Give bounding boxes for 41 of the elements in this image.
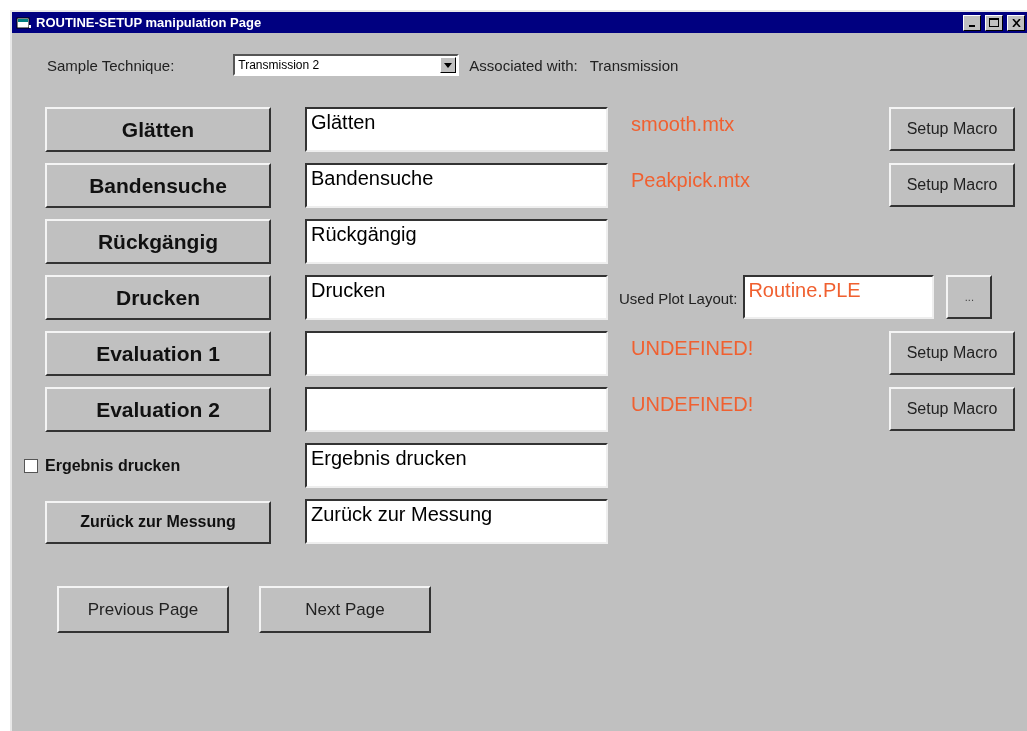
associated-value: Transmission	[589, 56, 679, 74]
close-button[interactable]	[1007, 14, 1025, 31]
macro-file-name: Peakpick.mtx	[631, 169, 751, 192]
caption-field[interactable]: Drucken	[305, 275, 608, 320]
function-button[interactable]: Drucken	[45, 275, 271, 320]
sample-technique-dropdown[interactable]: Transmission 2	[233, 54, 460, 76]
caption-field[interactable]: Rückgängig	[305, 219, 608, 264]
caption-field[interactable]: Ergebnis drucken	[305, 443, 608, 488]
function-button[interactable]: Rückgängig	[45, 219, 271, 264]
checkbox-label[interactable]: Ergebnis drucken	[45, 456, 181, 475]
function-button[interactable]: Bandensuche	[45, 163, 271, 208]
caption-field[interactable]: Glätten	[305, 107, 608, 152]
macro-file-name: smooth.mtx	[631, 113, 736, 136]
minimize-button[interactable]	[963, 14, 981, 31]
browse-button[interactable]: ...	[946, 275, 993, 319]
maximize-icon	[989, 18, 999, 27]
setup-macro-button[interactable]: Setup Macro	[889, 163, 1015, 207]
caption-field[interactable]	[305, 331, 608, 376]
setup-macro-button[interactable]: Setup Macro	[889, 107, 1015, 151]
caption-field[interactable]: Zurück zur Messung	[305, 499, 608, 544]
page-nav-button[interactable]: Next Page	[259, 586, 431, 633]
sample-technique-label: Sample Technique:	[47, 56, 175, 74]
caption-field[interactable]	[305, 387, 608, 432]
checkbox[interactable]	[24, 458, 38, 473]
close-icon	[1011, 18, 1021, 27]
minimize-icon	[969, 24, 975, 27]
associated-label: Associated with:	[469, 56, 578, 74]
app-icon	[16, 15, 32, 30]
macro-file-name: UNDEFINED!	[631, 393, 755, 416]
function-button[interactable]: Zurück zur Messung	[45, 500, 271, 544]
function-button[interactable]: Glätten	[45, 107, 271, 152]
maximize-button[interactable]	[985, 14, 1003, 31]
function-button[interactable]: Evaluation 1	[45, 331, 271, 376]
plot-layout-label: Used Plot Layout:	[619, 290, 738, 307]
page-nav-button[interactable]: Previous Page	[57, 586, 229, 633]
function-button[interactable]: Evaluation 2	[45, 387, 271, 432]
setup-macro-button[interactable]: Setup Macro	[889, 331, 1015, 375]
caption-field[interactable]: Bandensuche	[305, 163, 608, 208]
window-title: ROUTINE-SETUP manipulation Page	[36, 15, 263, 30]
macro-file-name: UNDEFINED!	[631, 337, 755, 360]
setup-macro-button[interactable]: Setup Macro	[889, 387, 1015, 431]
